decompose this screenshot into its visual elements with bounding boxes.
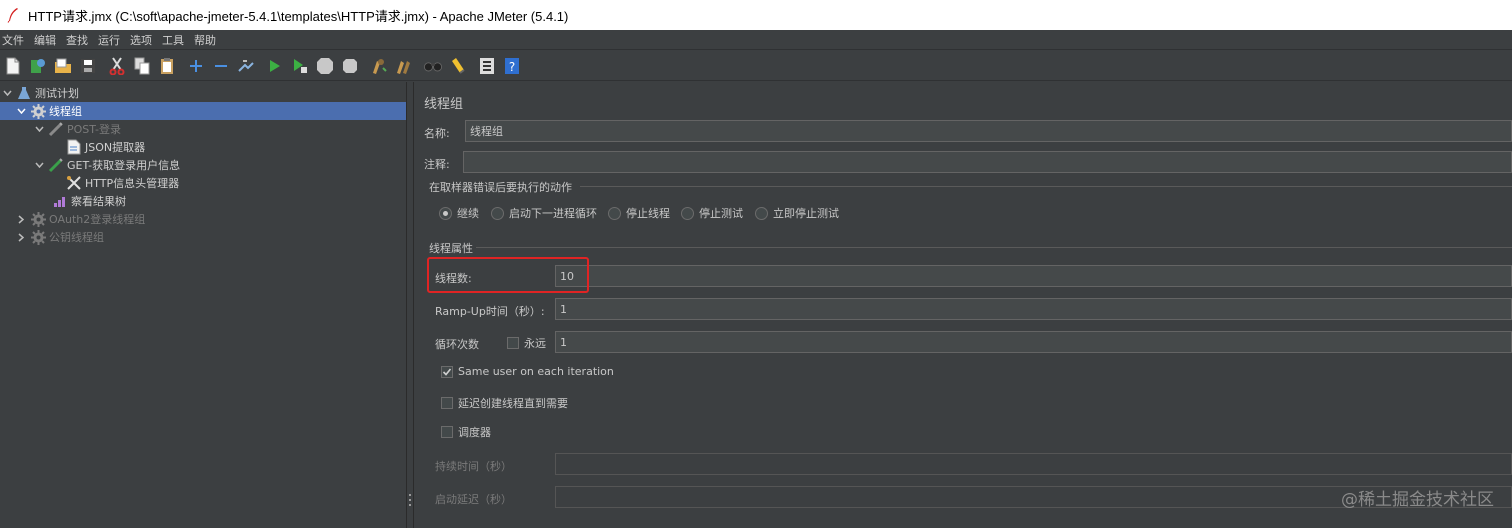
clear-all-icon[interactable]	[394, 56, 414, 76]
checkbox[interactable]	[441, 365, 453, 378]
clear-icon[interactable]	[369, 56, 389, 76]
startup-delay-label: 启动延迟（秒）	[435, 493, 512, 506]
collapse-icon[interactable]	[211, 56, 231, 76]
same-user-checkbox[interactable]: Same user on each iteration	[441, 365, 614, 378]
menu-bar: 文件 编辑 查找 运行 选项 工具 帮助	[0, 30, 1512, 50]
rampup-field[interactable]: 1	[555, 298, 1512, 320]
delay-thread-creation-checkbox[interactable]: 延迟创建线程直到需要	[441, 395, 568, 411]
loop-label: 循环次数	[435, 338, 479, 351]
start-icon[interactable]	[265, 56, 285, 76]
extractor-icon	[66, 139, 82, 155]
comment-field[interactable]	[463, 151, 1512, 173]
duration-field[interactable]	[555, 453, 1512, 475]
radio-button[interactable]	[681, 206, 694, 220]
thread-properties-title: 线程属性	[429, 242, 473, 255]
checkbox[interactable]	[441, 397, 453, 409]
menu-run[interactable]: 运行	[96, 32, 122, 48]
forever-checkbox[interactable]: 永远	[507, 335, 546, 351]
rampup-label: Ramp-Up时间（秒）:	[435, 305, 545, 318]
header-manager-icon	[66, 175, 82, 191]
new-icon[interactable]	[3, 56, 23, 76]
threads-field[interactable]: 10	[555, 265, 1512, 287]
radio-button[interactable]	[755, 206, 768, 220]
tree-node-public-key-thread-group[interactable]: 公钥线程组	[0, 228, 406, 246]
chevron-right-icon[interactable]	[16, 232, 26, 242]
chevron-down-icon[interactable]	[34, 160, 44, 170]
error-action-group-title: 在取样器错误后要执行的动作	[429, 181, 572, 194]
tree-node-test-plan[interactable]: 测试计划	[0, 84, 406, 102]
radio-button[interactable]	[439, 206, 452, 220]
tree-node-header-manager[interactable]: HTTP信息头管理器	[0, 174, 406, 192]
group-divider	[476, 247, 1512, 248]
jmeter-feather-icon	[7, 8, 18, 23]
shutdown-icon[interactable]	[340, 56, 360, 76]
radio-stop-test-now[interactable]: 立即停止测试	[755, 205, 839, 221]
thread-group-panel: 线程组 名称: 线程组 注释: 在取样器错误后要执行的动作 继续 启动下一进程循…	[414, 82, 1512, 528]
window-titlebar: HTTP请求.jmx (C:\soft\apache-jmeter-5.4.1\…	[0, 0, 1512, 30]
radio-button[interactable]	[491, 206, 504, 220]
radio-button[interactable]	[608, 206, 621, 220]
panel-title: 线程组	[424, 97, 464, 112]
highlight-box	[427, 257, 589, 293]
menu-tools[interactable]: 工具	[160, 32, 186, 48]
menu-help[interactable]: 帮助	[192, 32, 218, 48]
radio-continue[interactable]: 继续	[439, 205, 479, 221]
tree-node-post-login[interactable]: POST-登录	[0, 120, 406, 138]
menu-file[interactable]: 文件	[0, 32, 26, 48]
stop-icon[interactable]	[315, 56, 335, 76]
test-plan-tree: 测试计划 线程组 POST-登录 JSON提取器 GET-获取登录用户信息 HT…	[0, 82, 406, 528]
gear-icon	[30, 211, 46, 227]
radio-stop-test[interactable]: 停止测试	[681, 205, 743, 221]
tree-node-thread-group[interactable]: 线程组	[0, 102, 406, 120]
copy-icon[interactable]	[132, 56, 152, 76]
scheduler-checkbox[interactable]: 调度器	[441, 424, 491, 440]
radio-start-next-loop[interactable]: 启动下一进程循环	[491, 205, 597, 221]
help-icon[interactable]: ?	[502, 56, 522, 76]
loop-count-field[interactable]: 1	[555, 331, 1512, 353]
divider-grip-icon[interactable]	[409, 494, 411, 506]
tree-node-results-tree[interactable]: 察看结果树	[0, 192, 406, 210]
gear-icon	[30, 103, 46, 119]
open-icon[interactable]	[53, 56, 73, 76]
tree-node-get-user-info[interactable]: GET-获取登录用户信息	[0, 156, 406, 174]
name-field[interactable]: 线程组	[465, 120, 1512, 142]
name-label: 名称:	[424, 127, 450, 140]
test-plan-icon	[16, 85, 32, 101]
main-toolbar: ?	[0, 51, 1512, 81]
toggle-icon[interactable]	[236, 56, 256, 76]
gear-icon	[30, 229, 46, 245]
chevron-down-icon[interactable]	[34, 124, 44, 134]
chevron-down-icon[interactable]	[16, 106, 26, 116]
search-icon[interactable]	[423, 56, 443, 76]
svg-text:?: ?	[509, 60, 515, 74]
comment-label: 注释:	[424, 158, 450, 171]
expand-icon[interactable]	[186, 56, 206, 76]
sampler-icon	[48, 157, 64, 173]
save-icon[interactable]	[78, 56, 98, 76]
tree-node-json-extractor[interactable]: JSON提取器	[0, 138, 406, 156]
watermark: @稀土掘金技术社区	[1341, 490, 1494, 510]
cut-icon[interactable]	[107, 56, 127, 76]
radio-stop-thread[interactable]: 停止线程	[608, 205, 670, 221]
tree-node-oauth2-thread-group[interactable]: OAuth2登录线程组	[0, 210, 406, 228]
start-no-pause-icon[interactable]	[290, 56, 310, 76]
group-divider	[580, 186, 1512, 187]
menu-edit[interactable]: 编辑	[32, 32, 58, 48]
chevron-right-icon[interactable]	[16, 214, 26, 224]
paste-icon[interactable]	[157, 56, 177, 76]
function-helper-icon[interactable]	[477, 56, 497, 76]
checkbox[interactable]	[507, 337, 519, 349]
checkbox[interactable]	[441, 426, 453, 438]
split-pane-divider[interactable]	[406, 82, 414, 528]
duration-label: 持续时间（秒）	[435, 460, 512, 473]
sampler-icon	[48, 121, 64, 137]
window-title: HTTP请求.jmx (C:\soft\apache-jmeter-5.4.1\…	[28, 8, 569, 24]
templates-icon[interactable]	[28, 56, 48, 76]
menu-search[interactable]: 查找	[64, 32, 90, 48]
menu-options[interactable]: 选项	[128, 32, 154, 48]
listener-icon	[52, 193, 68, 209]
checkmark-icon	[442, 367, 452, 376]
chevron-down-icon[interactable]	[2, 88, 12, 98]
reset-search-icon[interactable]	[448, 56, 468, 76]
